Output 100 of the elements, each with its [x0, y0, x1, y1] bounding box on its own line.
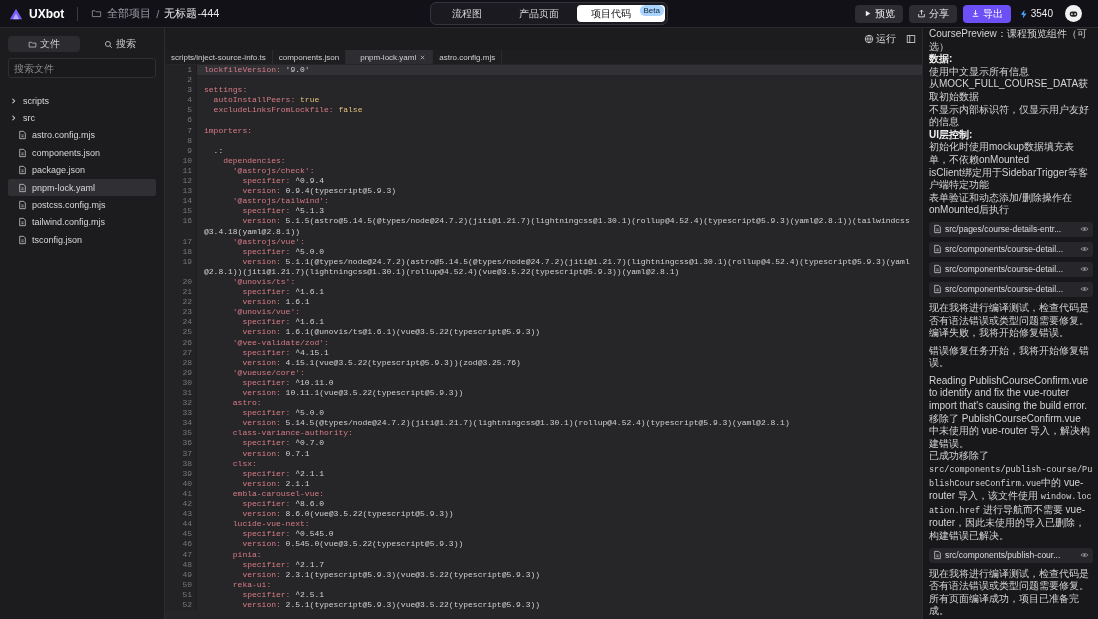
- project-title: 无标题-444: [164, 6, 220, 21]
- download-icon: [970, 9, 980, 18]
- globe-icon: [864, 34, 874, 44]
- code-line: version: 0.7.1: [241, 448, 311, 459]
- code-line: astro:: [231, 398, 263, 409]
- code-line: clsx:: [231, 458, 258, 469]
- message-text: 表单验证和动态添加/删除操作在onMounted后执行: [929, 191, 1073, 217]
- file-chip[interactable]: src/components/course-detail...: [929, 281, 1093, 297]
- code-line: specifier: ^4.15.1: [241, 347, 330, 358]
- file-icon: [18, 130, 27, 141]
- file-icon: [18, 200, 27, 211]
- file-item[interactable]: components.json: [8, 144, 156, 162]
- file-icon: [18, 147, 27, 158]
- file-chip[interactable]: src/pages/course-details-entr...: [929, 221, 1093, 237]
- code-line: version: 5.1.1(@types/node@24.7.2)(astro@5.14.5(@types/node@24.7.2)(jiti@1.21.7)(lightningcss@1.30.1)(rollup@4.52.4)(typescript@5.9.3)(yaml@2.8.1))(jiti@1.21.7)(lightningcss@1.30.1)(rollup@4.52.4)(vue@3.5.22(typescript@5.9.3))(yaml@2.8.1): [204, 256, 911, 277]
- folder-item[interactable]: scripts: [8, 92, 156, 110]
- search-field[interactable]: 搜索文件: [8, 58, 156, 78]
- file-tab[interactable]: astro.config.mjs: [433, 50, 503, 64]
- file-icon: [18, 217, 27, 228]
- code-line: pinia:: [231, 549, 263, 560]
- code-line: specifier: ^8.6.0: [241, 499, 326, 510]
- code-line: class-variance-authority:: [231, 428, 354, 439]
- message-text: 不显示内部标识符，仅显示用户友好的信息: [929, 103, 1090, 129]
- code-line: .:: [212, 145, 225, 156]
- file-path: src/pages/course-details-entr...: [945, 223, 1062, 236]
- code-line: '@vueuse/core':: [231, 367, 306, 378]
- file-item[interactable]: astro.config.mjs: [8, 126, 156, 145]
- code-line: version: 10.11.1(vue@3.5.22(typescript@5.9.3)): [241, 388, 465, 399]
- code-line: specifier: ^5.1.3: [241, 206, 326, 217]
- code-line: version: 5.14.5(@types/node@24.7.2)(jiti@1.21.7)(lightningcss@1.30.1)(rollup@4.52.4)(typescript@5.9.3)(yaml@2.8.1): [241, 418, 791, 429]
- panel-toggle-button[interactable]: [906, 34, 916, 44]
- code-line: '@astrojs/vue':: [231, 236, 306, 247]
- file-chip[interactable]: src/components/course-detail...: [929, 241, 1093, 257]
- code-line: lucide-vue-next:: [231, 519, 311, 530]
- message-text: Reading PublishCourseConfirm.vue to identify and fix the vue-router import that's causing the build error.: [929, 374, 1089, 413]
- code-line: '@astrojs/check':: [231, 165, 316, 177]
- message-text: 现在我将进行编译测试，检查代码是否有语法错误或类型问题需要修复。: [929, 301, 1090, 328]
- code-line: specifier: ^0.545.0: [241, 529, 335, 540]
- message-text: 移除了 PublishCourseConfirm.vue 中未使用的 vue-router 导入，解决构建错误。: [929, 412, 1092, 450]
- code-line: version: 1.6.1: [241, 297, 311, 308]
- panel-icon: [906, 34, 916, 44]
- code-line: reka-ui:: [231, 579, 273, 590]
- code-line: specifier: ^5.0.0: [241, 408, 326, 419]
- file-icon: [933, 550, 942, 561]
- code-line: '@vee-validate/zod':: [231, 337, 330, 348]
- file-chip[interactable]: src/components/publish-cour...: [929, 547, 1093, 563]
- code-line: version: 5.1.5(astro@5.14.5(@types/node@24.7.2)(jiti@1.21.7)(lightningcss@1.30.1)(rollup@4.52.4)(typescript@5.9.3)(yaml@2.8.1))(tailwindcss@3.4.18(yaml@2.8.1)): [204, 216, 911, 237]
- credits-count: 3540: [1030, 8, 1053, 19]
- message-text: 从MOCK_FULL_COURSE_DATA获取初始数据: [929, 78, 1090, 104]
- folder-icon: [91, 8, 103, 19]
- sidebar-tab[interactable]: 搜索: [84, 36, 156, 52]
- close-icon: [419, 53, 427, 61]
- code-line: '@unovis/ts':: [231, 276, 297, 288]
- code-line: specifier: ^5.0.0: [241, 246, 326, 257]
- file-path: src/components/course-detail...: [945, 263, 1064, 276]
- code-line: specifier: ^2.5.1: [241, 589, 326, 600]
- view-tab[interactable]: 产品页面: [505, 5, 573, 22]
- code-line: settings:: [204, 85, 249, 96]
- sidebar-tab[interactable]: 文件: [8, 36, 80, 52]
- message-text: CoursePreview：课程预览组件（可选）: [929, 28, 1088, 53]
- file-item[interactable]: tailwind.config.mjs: [8, 213, 156, 232]
- code-line: version: 2.1.1: [241, 478, 311, 489]
- code-line: embla-carousel-vue:: [231, 488, 326, 500]
- message-text: 使用中文显示所有信息: [929, 65, 1030, 78]
- message-text: isClient绑定用于SidebarTrigger等客户端特定功能: [929, 166, 1089, 192]
- search-icon: [104, 39, 113, 49]
- share-button[interactable]: 分享: [908, 4, 957, 23]
- code-line: '@astrojs/tailwind':: [231, 196, 330, 207]
- file-icon: [933, 244, 942, 255]
- view-tab[interactable]: 流程图: [433, 5, 501, 22]
- logo-text: UXbot: [29, 6, 65, 21]
- file-item[interactable]: tsconfig.json: [8, 231, 156, 249]
- file-path: src/components/course-detail...: [945, 243, 1064, 256]
- file-item[interactable]: pnpm-lock.yaml: [8, 178, 156, 197]
- view-tab[interactable]: 项目代码 Beta: [577, 5, 665, 22]
- file-item[interactable]: package.json: [8, 161, 156, 179]
- code-line: specifier: ^1.6.1: [241, 317, 326, 328]
- breadcrumb-link[interactable]: 全部项目: [107, 6, 152, 21]
- code-line: specifier: ^0.9.4: [241, 176, 326, 187]
- file-tab[interactable]: pnpm-lock.yaml: [346, 50, 434, 64]
- message-text: 所有页面编译成功，项目已准备完成。: [929, 592, 1080, 618]
- file-icon: [933, 224, 942, 235]
- file-icon: [933, 264, 942, 275]
- preview-button[interactable]: 预览: [854, 4, 903, 23]
- code-line: version: 2.3.1(typescript@5.9.3)(vue@3.5.22(typescript@5.9.3)): [241, 569, 542, 580]
- run-button[interactable]: 运行: [864, 32, 896, 46]
- avatar-icon: [1065, 5, 1082, 22]
- file-item[interactable]: postcss.config.mjs: [8, 196, 156, 214]
- folder-icon: [28, 39, 37, 49]
- file-chip[interactable]: src/components/course-detail...: [929, 261, 1093, 277]
- code-line: '@unovis/vue':: [231, 307, 302, 318]
- code-line: specifier: ^10.11.0: [241, 377, 335, 388]
- file-path: src/components/course-detail...: [945, 283, 1064, 296]
- breadcrumb-separator: /: [156, 7, 160, 20]
- code-line: lockfileVersion: '9.0': [204, 65, 311, 76]
- code-line: specifier: ^2.1.1: [241, 468, 326, 479]
- message-text: 错误修复任务开始，我将开始修复错误。: [929, 344, 1090, 370]
- folder-item[interactable]: src: [8, 109, 156, 127]
- export-button[interactable]: 导出: [962, 4, 1011, 23]
- file-tab[interactable]: scripts/inject-source-info.ts: [165, 50, 273, 64]
